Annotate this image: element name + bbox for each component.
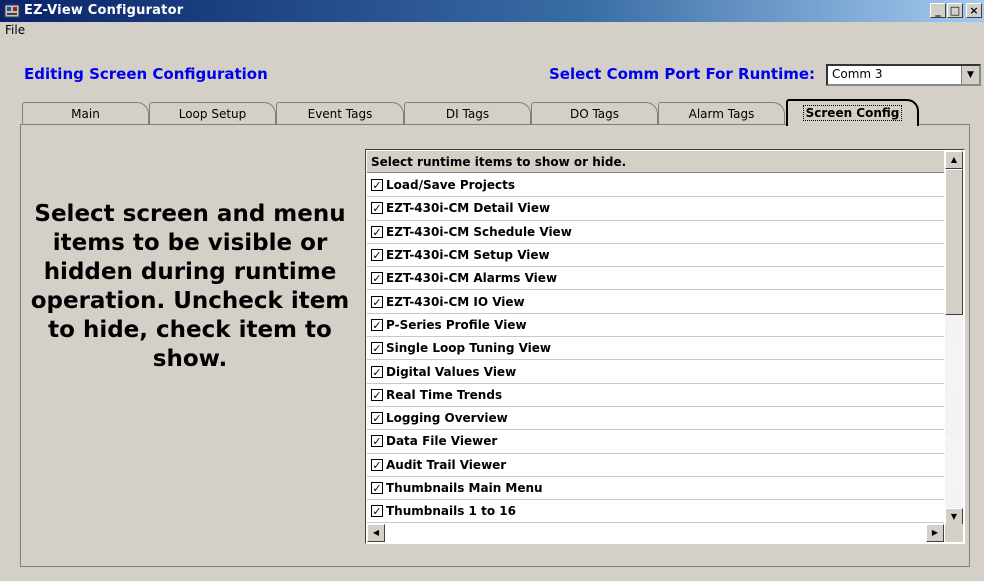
list-rows: ✓ Load/Save Projects ✓ EZT-430i-CM Detail V… (367, 174, 944, 543)
page-heading: Editing Screen Configuration (24, 65, 268, 83)
checkbox[interactable]: ✓ (371, 225, 383, 238)
vertical-scrollbar[interactable]: ▲ ▼ (945, 151, 963, 526)
checkbox[interactable]: ✓ (371, 482, 383, 494)
scroll-left-icon[interactable]: ◀ (367, 524, 385, 542)
comm-port-select[interactable]: Comm 3 ▼ (826, 64, 981, 86)
list-item-label: P-Series Profile View (386, 317, 527, 332)
list-item[interactable]: ✓ P-Series Profile View (367, 314, 944, 338)
tab-event-tags[interactable]: Event Tags (276, 102, 404, 124)
list-item-label: Digital Values View (386, 364, 517, 379)
list-item-label: Real Time Trends (386, 387, 503, 402)
checkbox[interactable]: ✓ (371, 272, 383, 285)
list-item[interactable]: ✓ EZT-430i-CM Setup View (367, 244, 944, 268)
tab-main[interactable]: Main (22, 102, 149, 124)
tab-loop-setup[interactable]: Loop Setup (149, 102, 276, 124)
tab-alarm-tags[interactable]: Alarm Tags (658, 102, 785, 124)
tab-screen-config[interactable]: Screen Config (786, 99, 919, 126)
list-item-label: Load/Save Projects (386, 178, 516, 193)
list-item[interactable]: ✓ Real Time Trends (367, 384, 944, 407)
checkbox[interactable]: ✓ (371, 342, 383, 355)
list-item-label: EZT-430i-CM Detail View (386, 201, 551, 216)
list-item[interactable]: ✓ EZT-430i-CM Detail View (367, 197, 944, 221)
horizontal-scrollbar[interactable]: ◀ ▶ (367, 524, 944, 542)
list-item[interactable]: ✓ Thumbnails Main Menu (367, 477, 944, 501)
list-item[interactable]: ✓ Load/Save Projects (367, 174, 944, 198)
list-item[interactable]: ✓ Logging Overview (367, 407, 944, 431)
chevron-down-icon[interactable]: ▼ (961, 66, 979, 84)
list-item[interactable]: ✓ Data File Viewer (367, 430, 944, 454)
scrollbar-thumb[interactable] (945, 169, 963, 315)
menu-bar: File (0, 22, 984, 40)
maximize-button[interactable]: □ (947, 3, 963, 18)
list-item-label: Logging Overview (386, 411, 508, 426)
checkbox[interactable]: ✓ (371, 318, 383, 331)
menu-file[interactable]: File (5, 23, 25, 37)
scroll-up-icon[interactable]: ▲ (945, 151, 963, 169)
checkbox[interactable]: ✓ (371, 435, 383, 448)
tab-do-tags[interactable]: DO Tags (531, 102, 658, 124)
minimize-button[interactable]: _ (930, 3, 946, 18)
checkbox[interactable]: ✓ (371, 505, 383, 518)
list-item[interactable]: ✓ EZT-430i-CM Alarms View (367, 267, 944, 291)
list-item[interactable]: ✓ Single Loop Tuning View (367, 337, 944, 361)
window-title: EZ-View Configurator (24, 3, 184, 18)
runtime-items-list[interactable]: Select runtime items to show or hide. ✓ L… (365, 149, 965, 544)
list-item[interactable]: ✓ Thumbnails 1 to 16 (367, 500, 944, 524)
checkbox[interactable]: ✓ (371, 179, 383, 192)
list-item-label: Audit Trail Viewer (386, 457, 507, 472)
list-item[interactable]: ✓ EZT-430i-CM IO View (367, 290, 944, 314)
checkbox[interactable]: ✓ (371, 365, 383, 378)
list-item-label: EZT-430i-CM Setup View (386, 248, 550, 263)
tab-di-tags[interactable]: DI Tags (404, 102, 531, 124)
comm-port-value: Comm 3 (832, 67, 883, 81)
comm-port-label: Select Comm Port For Runtime: (549, 65, 816, 83)
title-bar: EZ-View Configurator _ □ × (0, 0, 984, 22)
scroll-right-icon[interactable]: ▶ (926, 524, 944, 542)
checkbox[interactable]: ✓ (371, 388, 383, 401)
checkbox[interactable]: ✓ (371, 412, 383, 425)
list-header: Select runtime items to show or hide. (367, 151, 944, 173)
list-item[interactable]: ✓ Audit Trail Viewer (367, 454, 944, 477)
scrollbar-corner (945, 524, 963, 542)
app-icon (4, 4, 20, 18)
checkbox[interactable]: ✓ (371, 249, 383, 262)
list-item-label: Thumbnails 1 to 16 (386, 504, 516, 519)
list-item[interactable]: ✓ EZT-430i-CM Schedule View (367, 221, 944, 244)
list-item-label: Single Loop Tuning View (386, 341, 552, 356)
list-item-label: Data File Viewer (386, 434, 498, 449)
checkbox[interactable]: ✓ (371, 458, 383, 471)
checkbox[interactable]: ✓ (371, 295, 383, 308)
close-button[interactable]: × (966, 3, 982, 18)
list-item-label: EZT-430i-CM IO View (386, 294, 525, 309)
list-item[interactable]: ✓ Digital Values View (367, 360, 944, 384)
checkbox[interactable]: ✓ (371, 202, 383, 215)
list-item-label: EZT-430i-CM Alarms View (386, 271, 558, 286)
list-item-label: EZT-430i-CM Schedule View (386, 224, 572, 239)
instructions-text: Select screen and menu items to be visib… (30, 201, 350, 372)
list-item-label: Thumbnails Main Menu (386, 481, 543, 495)
tab-screen-config-label: Screen Config (802, 105, 903, 121)
